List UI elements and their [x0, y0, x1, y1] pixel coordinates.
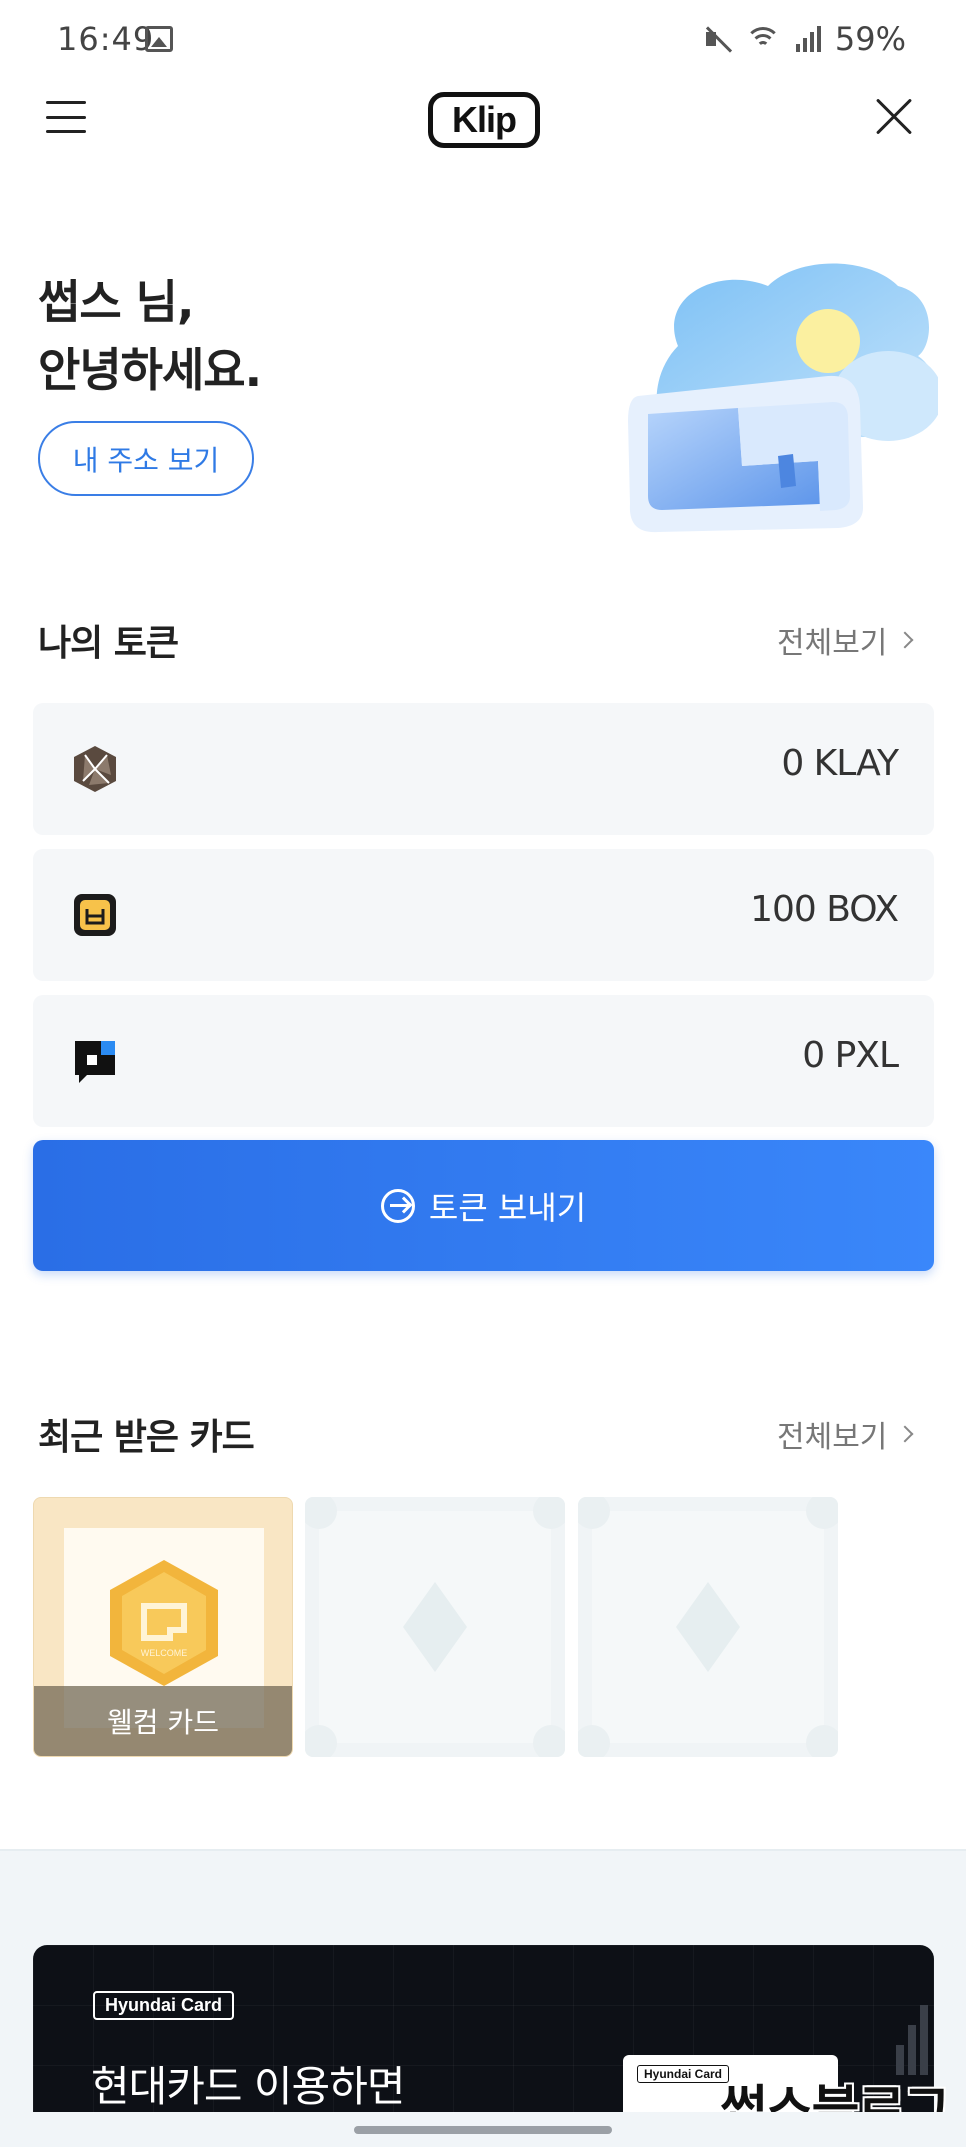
status-bar: 16:49 59%: [0, 0, 966, 80]
welcome-card-label: 웰컴 카드: [107, 1706, 219, 1739]
banner-title: 현대카드 이용하면: [91, 2062, 405, 2111]
send-arrow-icon: [380, 1188, 415, 1223]
cards-view-all-link[interactable]: 전체보기: [777, 1412, 914, 1456]
empty-card-slot: [305, 1497, 565, 1757]
system-navigation-bar: [0, 2112, 966, 2147]
token-amount-klay: 0 KLAY: [781, 743, 899, 784]
empty-card-slot: [578, 1497, 838, 1757]
box-token-icon: [74, 894, 116, 936]
chevron-right-icon: [896, 631, 914, 649]
diamond-placeholder-icon: [676, 1582, 740, 1672]
send-token-label: 토큰 보내기: [428, 1188, 587, 1227]
close-icon[interactable]: [874, 97, 914, 137]
pxl-token-icon: [75, 1041, 115, 1083]
home-gesture-handle[interactable]: [354, 2126, 612, 2134]
badge-text: WELCOME: [141, 1648, 188, 1658]
status-icons: 59%: [702, 20, 906, 58]
status-time: 16:49: [57, 20, 155, 58]
token-row-klay[interactable]: 0 KLAY: [33, 703, 934, 835]
my-tokens-title: 나의 토큰: [38, 623, 179, 664]
view-my-address-button[interactable]: 내 주소 보기: [38, 421, 254, 496]
tokens-view-all-label: 전체보기: [777, 626, 888, 661]
klip-logo: Klip: [428, 92, 540, 148]
mute-icon: [702, 25, 730, 53]
token-row-box[interactable]: 100 BOX: [33, 849, 934, 981]
tokens-view-all-link[interactable]: 전체보기: [777, 618, 914, 662]
signal-icon: [795, 26, 821, 52]
app-header: Klip: [0, 80, 966, 180]
welcome-badge-icon: WELCOME: [110, 1560, 218, 1686]
card-label-bar: 웰컴 카드: [34, 1686, 292, 1756]
banner-brand-logo: Hyundai Card: [93, 1991, 235, 2020]
klay-icon: [74, 746, 116, 792]
wallet-illustration: [628, 263, 938, 533]
wifi-icon: [744, 25, 782, 53]
greeting: 썹스 님, 안녕하세요.: [38, 268, 262, 404]
welcome-card[interactable]: WELCOME 웰컴 카드: [33, 1497, 293, 1757]
token-row-pxl[interactable]: 0 PXL: [33, 995, 934, 1127]
diamond-placeholder-icon: [403, 1582, 467, 1672]
greeting-hello: 안녕하세요.: [38, 343, 262, 397]
chevron-right-icon: [896, 1425, 914, 1443]
banner-decoration: [896, 2005, 928, 2075]
banner-card-brand: Hyundai Card: [637, 2065, 730, 2083]
token-amount-pxl: 0 PXL: [802, 1035, 899, 1076]
cards-view-all-label: 전체보기: [777, 1420, 888, 1455]
send-token-button[interactable]: 토큰 보내기: [33, 1140, 934, 1271]
battery-percent: 59%: [834, 20, 906, 58]
recent-cards-title: 최근 받은 카드: [38, 1417, 255, 1458]
token-amount-box: 100 BOX: [750, 889, 899, 930]
greeting-name: 썹스 님,: [38, 275, 194, 329]
gallery-notification-icon: [145, 26, 173, 52]
hamburger-menu-icon[interactable]: [46, 97, 86, 137]
